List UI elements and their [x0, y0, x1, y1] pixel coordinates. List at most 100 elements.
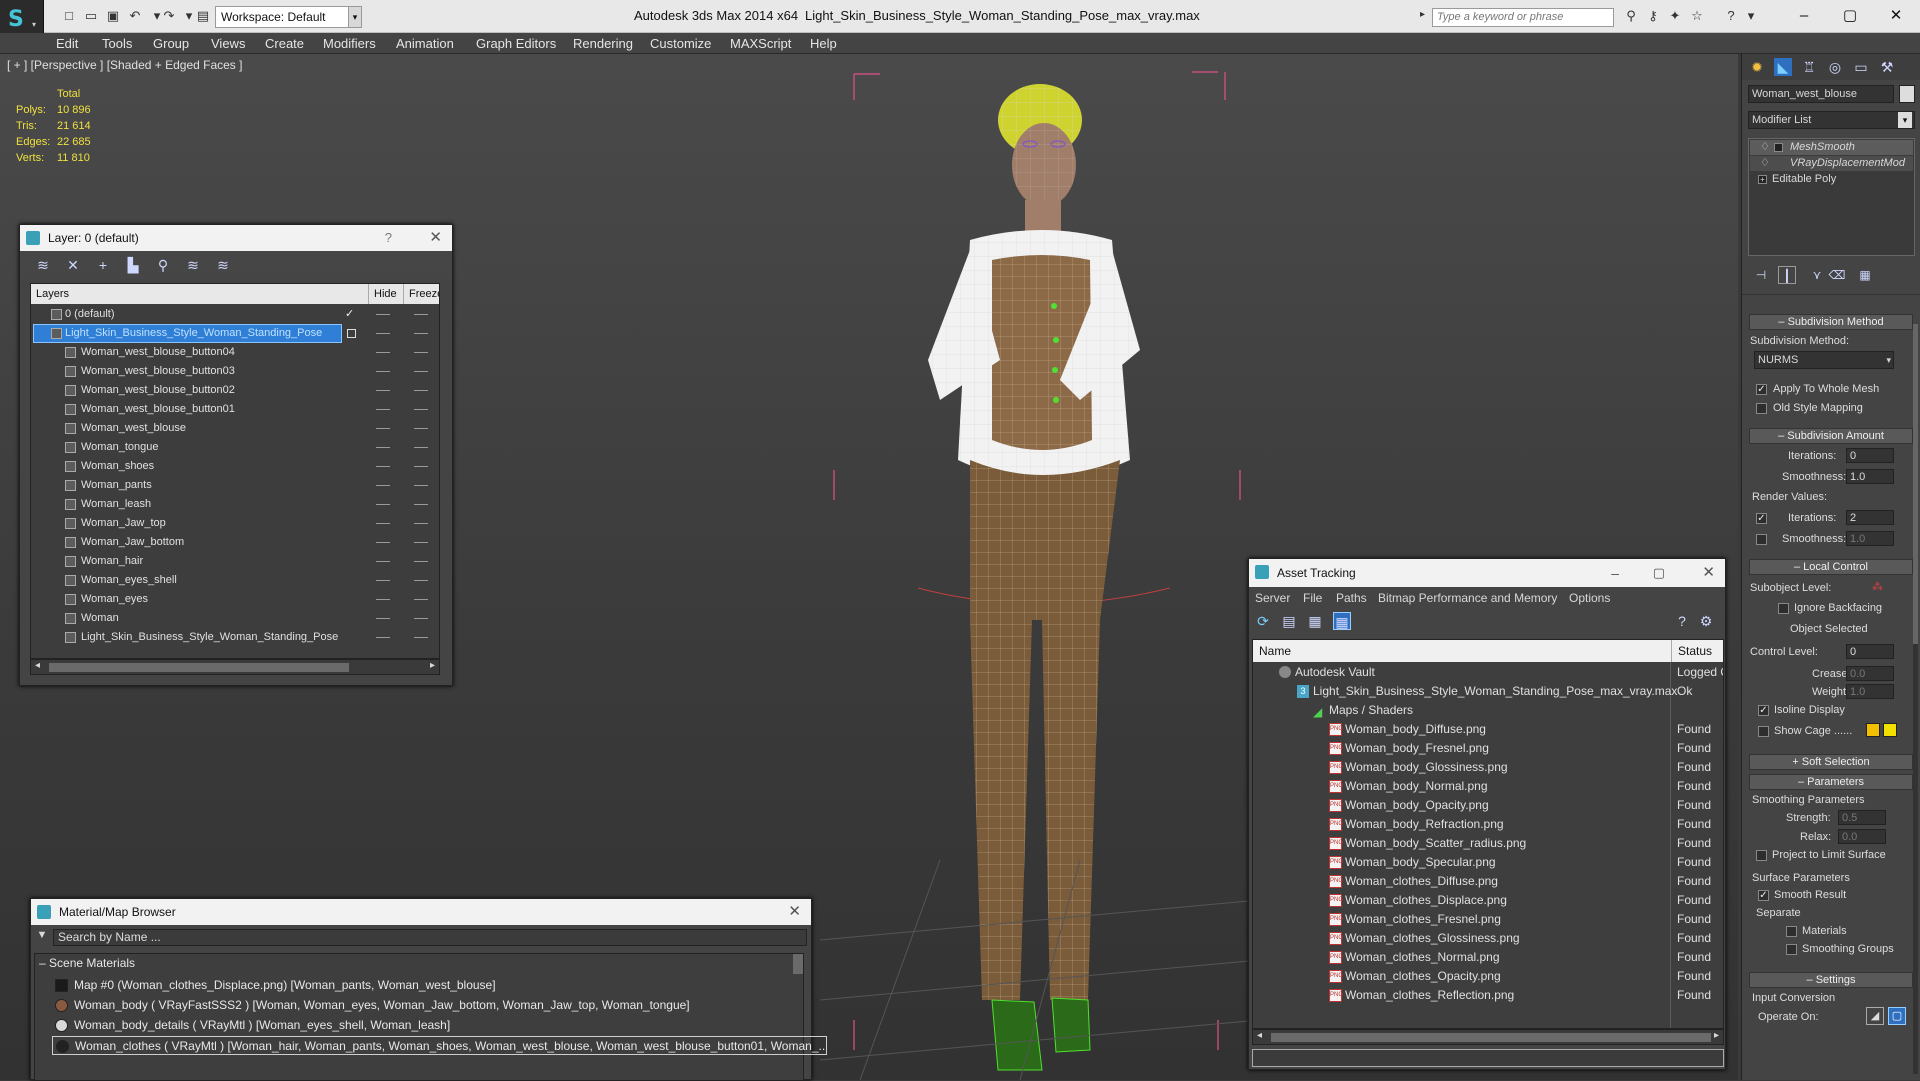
cage-color-swatch-1[interactable]	[1866, 723, 1880, 737]
menu-tools[interactable]: Tools	[102, 36, 132, 51]
hierarchy-tab-icon[interactable]: ♖	[1800, 58, 1818, 76]
asset-menu-options[interactable]: Options	[1569, 587, 1610, 609]
add-to-layer-icon[interactable]: +	[94, 256, 112, 274]
command-panel-scrollbar[interactable]	[1913, 324, 1918, 1074]
asset-row[interactable]: 3 Light_Skin_Business_Style_Woman_Standin…	[1253, 682, 1723, 701]
project-limit-checkbox[interactable]	[1756, 850, 1767, 861]
keyword-search-input[interactable]: Type a keyword or phrase	[1432, 8, 1614, 27]
object-name-field[interactable]: Woman_west_blouse	[1748, 85, 1894, 103]
layer-row[interactable]: Light_Skin_Business_Style_Woman_Standing…	[31, 628, 439, 647]
operate-on-face-icon[interactable]: ◢	[1866, 1007, 1884, 1025]
hide-toggle[interactable]	[376, 428, 390, 429]
hide-toggle[interactable]	[376, 352, 390, 353]
binoculars-icon[interactable]: ⚲	[1622, 8, 1640, 24]
layer-row[interactable]: Woman_shoes	[31, 457, 439, 476]
show-cage-checkbox[interactable]	[1758, 726, 1769, 737]
col-hide[interactable]: Hide	[368, 284, 397, 304]
render-smoothness-checkbox[interactable]	[1756, 534, 1767, 545]
asset-tracking-title-bar[interactable]: Asset Tracking – ▢ ✕	[1249, 559, 1725, 587]
isoline-display-checkbox[interactable]: ✓	[1758, 705, 1769, 716]
freeze-toggle[interactable]	[414, 504, 428, 505]
hide-toggle[interactable]	[376, 561, 390, 562]
col-name[interactable]: Name	[1259, 640, 1291, 662]
help-icon[interactable]: ?	[1722, 8, 1740, 24]
hide-toggle[interactable]	[376, 504, 390, 505]
rollout-settings[interactable]: – Settings	[1749, 972, 1913, 988]
control-level-spinner[interactable]: 0	[1846, 644, 1894, 659]
viewport-label[interactable]: [ + ] [Perspective ] [Shaded + Edged Fac…	[7, 58, 242, 72]
layer-row[interactable]: Woman_tongue	[31, 438, 439, 457]
freeze-toggle[interactable]	[414, 580, 428, 581]
stack-item-editable-poly[interactable]: + Editable Poly	[1750, 172, 1913, 187]
col-status[interactable]: Status	[1671, 640, 1712, 662]
redo-icon[interactable]: ↷	[160, 8, 178, 24]
asset-row[interactable]: PNG Woman_body_Refraction.png Found	[1253, 815, 1723, 834]
asset-row[interactable]: PNG Woman_clothes_Diffuse.png Found	[1253, 872, 1723, 891]
asset-row[interactable]: PNG Woman_clothes_Displace.png Found	[1253, 891, 1723, 910]
menu-maxscript[interactable]: MAXScript	[730, 36, 791, 51]
hide-toggle[interactable]	[376, 485, 390, 486]
asset-path-field[interactable]	[1252, 1049, 1724, 1067]
list-view-icon[interactable]: ▤	[1280, 612, 1298, 630]
make-unique-icon[interactable]: ⋎	[1808, 266, 1826, 284]
scrollbar-thumb[interactable]	[1271, 1033, 1711, 1042]
render-smoothness-spinner[interactable]: 1.0	[1846, 531, 1894, 546]
layer-row[interactable]: Woman_Jaw_bottom	[31, 533, 439, 552]
light-bulb-icon[interactable]: ♢	[1760, 140, 1770, 155]
hide-toggle[interactable]	[376, 599, 390, 600]
weight-spinner[interactable]: 1.0	[1846, 684, 1894, 699]
table-view-icon[interactable]: ▦	[1333, 612, 1351, 630]
asset-menu-file[interactable]: File	[1303, 587, 1322, 609]
strength-spinner[interactable]: 0.5	[1838, 810, 1886, 825]
layer-row[interactable]: Woman_west_blouse_button04	[31, 343, 439, 362]
close-window-icon[interactable]: ✕	[1876, 2, 1916, 30]
ignore-backfacing-checkbox[interactable]	[1778, 603, 1789, 614]
layer-row[interactable]: Woman	[31, 609, 439, 628]
hide-toggle[interactable]	[376, 466, 390, 467]
asset-help-icon[interactable]: ?	[1673, 612, 1691, 630]
expand-icon[interactable]	[1774, 143, 1783, 152]
help-dropdown-icon[interactable]: ▾	[1742, 8, 1760, 24]
freeze-toggle[interactable]	[414, 371, 428, 372]
save-icon[interactable]: ▣	[104, 8, 122, 24]
hide-toggle[interactable]	[376, 542, 390, 543]
delete-layer-icon[interactable]: ✕	[64, 256, 82, 274]
old-style-mapping-checkbox[interactable]	[1756, 403, 1767, 414]
show-end-result-icon[interactable]: ┃	[1778, 266, 1796, 284]
layer-row[interactable]: Woman_leash	[31, 495, 439, 514]
layer-row[interactable]: Woman_Jaw_top	[31, 514, 439, 533]
scroll-left-icon[interactable]: ◂	[1257, 1030, 1262, 1041]
undo-icon[interactable]: ↶	[126, 8, 144, 24]
freeze-toggle[interactable]	[414, 637, 428, 638]
freeze-toggle[interactable]	[414, 485, 428, 486]
cage-color-swatch-2[interactable]	[1883, 723, 1897, 737]
asset-menu-server[interactable]: Server	[1255, 587, 1290, 609]
minimize-icon[interactable]: –	[1784, 2, 1824, 30]
highlight-layer-icon[interactable]: ⚲	[154, 256, 172, 274]
options-dropdown-icon[interactable]: ▼	[34, 929, 50, 945]
remove-modifier-icon[interactable]: ⌫	[1828, 266, 1846, 284]
freeze-toggle[interactable]	[414, 599, 428, 600]
hide-toggle[interactable]	[376, 447, 390, 448]
hide-toggle[interactable]	[376, 580, 390, 581]
menu-rendering[interactable]: Rendering	[573, 36, 633, 51]
open-file-icon[interactable]: ▭	[82, 8, 100, 24]
smooth-result-checkbox[interactable]: ✓	[1758, 890, 1769, 901]
project-folder-icon[interactable]: ▤	[194, 8, 212, 24]
menu-views[interactable]: Views	[211, 36, 245, 51]
rollout-parameters[interactable]: – Parameters	[1749, 774, 1913, 790]
material-browser-title-bar[interactable]: Material/Map Browser ✕	[31, 899, 811, 925]
apply-whole-mesh-checkbox[interactable]: ✓	[1756, 384, 1767, 395]
menu-graph-editors[interactable]: Graph Editors	[476, 36, 556, 51]
freeze-toggle[interactable]	[414, 352, 428, 353]
select-objects-icon[interactable]: ▙	[124, 256, 142, 274]
stack-item-meshsmooth[interactable]: ♢ MeshSmooth	[1750, 140, 1913, 155]
hide-toggle[interactable]	[376, 523, 390, 524]
freeze-toggle[interactable]	[414, 447, 428, 448]
communication-icon[interactable]: ✦	[1666, 8, 1684, 24]
asset-menu-paths[interactable]: Paths	[1336, 587, 1367, 609]
layer-row-selected[interactable]: Light_Skin_Business_Style_Woman_Standing…	[31, 324, 439, 343]
asset-row[interactable]: PNG Woman_clothes_Reflection.png Found	[1253, 986, 1723, 1005]
asset-row[interactable]: PNG Woman_body_Fresnel.png Found	[1253, 739, 1723, 758]
expand-icon[interactable]: +	[1758, 175, 1767, 184]
